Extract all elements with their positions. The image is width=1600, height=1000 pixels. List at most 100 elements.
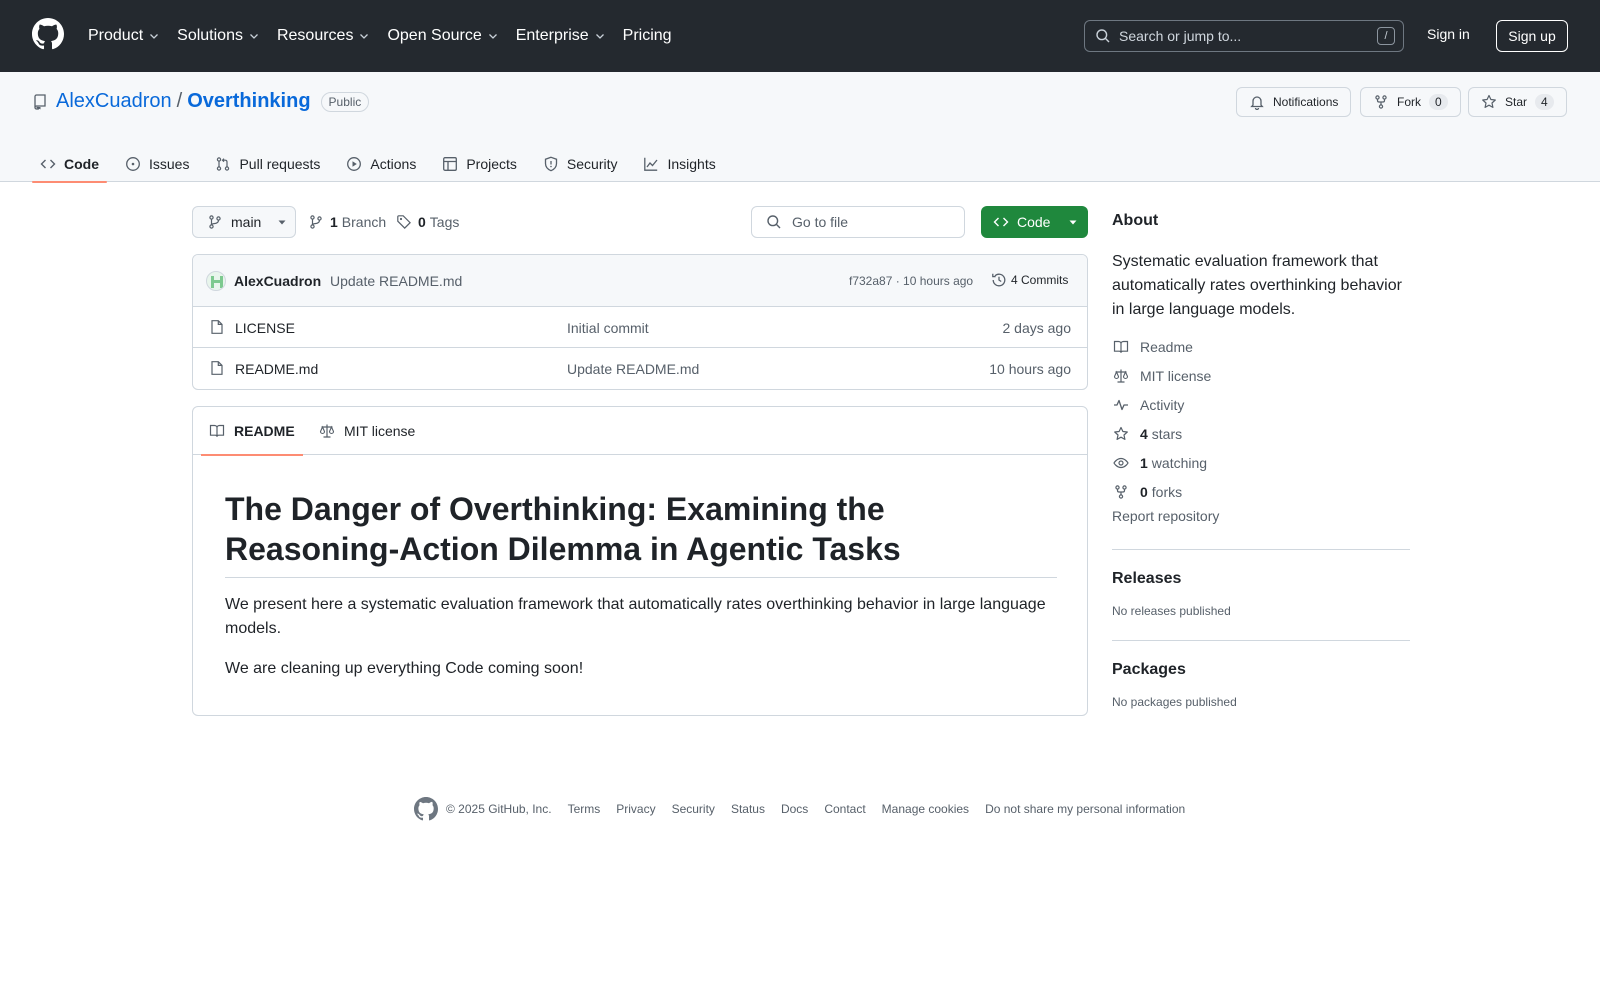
repo-icon (34, 93, 46, 110)
star-button[interactable]: Star 4 (1468, 87, 1567, 117)
footer-link-status[interactable]: Status (731, 802, 765, 816)
footer-link-contact[interactable]: Contact (824, 802, 865, 816)
forks-link[interactable]: 0 forks (1112, 477, 1410, 506)
fork-button[interactable]: Fork 0 (1360, 87, 1461, 117)
file-name-link[interactable]: README.md (235, 361, 318, 377)
tag-count: 0 (418, 214, 426, 230)
file-commit-message[interactable]: Update README.md (567, 361, 699, 377)
repo-header: AlexCuadron / Overthinking Public Notifi… (0, 72, 1600, 183)
site-footer: © 2025 GitHub, Inc. Terms Privacy Securi… (414, 797, 1201, 821)
caret-down-icon (1069, 220, 1077, 225)
tab-security-label: Security (566, 156, 618, 172)
tab-projects[interactable]: Projects (434, 146, 525, 182)
tags-link[interactable]: 0 Tags (396, 214, 459, 230)
packages-heading[interactable]: Packages (1112, 661, 1410, 679)
nav-product[interactable]: Product (88, 27, 160, 45)
table-row[interactable]: LICENSE Initial commit 2 days ago (193, 307, 1087, 348)
readme-paragraph: We present here a systematic evaluation … (225, 596, 1046, 637)
nav-pricing[interactable]: Pricing (623, 27, 672, 45)
readme-link-label: Readme (1140, 338, 1193, 355)
star-icon (1482, 94, 1496, 108)
code-dropdown-button[interactable]: Code (981, 206, 1088, 238)
tab-code[interactable]: Code (32, 146, 107, 183)
branch-count: 1 (330, 214, 338, 230)
nav-resources-label: Resources (276, 27, 354, 44)
license-tab-label: MIT license (344, 423, 416, 439)
file-commit-date: 10 hours ago (989, 361, 1071, 377)
github-logo-icon[interactable] (414, 797, 438, 821)
graph-icon (644, 157, 658, 171)
tab-insights[interactable]: Insights (635, 146, 723, 182)
nav-open-source[interactable]: Open Source (387, 27, 498, 45)
license-tab[interactable]: MIT license (319, 407, 415, 455)
footer-link-manage-cookies[interactable]: Manage cookies (882, 802, 969, 816)
footer-link-terms[interactable]: Terms (568, 802, 601, 816)
shield-icon (544, 156, 558, 172)
chevron-down-icon (360, 34, 369, 39)
tab-issues-label: Issues (149, 156, 190, 172)
latest-commit-row: AlexCuadron Update README.md f732a87 · 1… (193, 255, 1087, 307)
caret-down-icon (278, 220, 286, 225)
nav-solutions-label: Solutions (177, 27, 243, 44)
footer-link-security[interactable]: Security (672, 802, 715, 816)
releases-empty: No releases published (1112, 604, 1231, 618)
nav-enterprise-label: Enterprise (515, 27, 589, 44)
tab-actions[interactable]: Actions (338, 146, 424, 182)
go-to-file-input[interactable]: Go to file (751, 206, 965, 238)
file-icon (211, 320, 223, 334)
nav-solutions[interactable]: Solutions (177, 27, 260, 45)
sign-up-button[interactable]: Sign up (1496, 20, 1568, 52)
nav-product-label: Product (88, 27, 144, 44)
about-links: Readme MIT license Activity 4 stars 1 wa… (1112, 332, 1410, 506)
avatar[interactable] (206, 271, 226, 291)
watching-link[interactable]: 1 watching (1112, 448, 1410, 477)
footer-link-privacy[interactable]: Privacy (616, 802, 655, 816)
license-link[interactable]: MIT license (1112, 361, 1410, 390)
tab-issues[interactable]: Issues (117, 146, 197, 182)
repo-name-link[interactable]: Overthinking (187, 90, 310, 113)
branch-select-button[interactable]: main (192, 206, 296, 238)
play-icon (347, 157, 362, 171)
nav-enterprise[interactable]: Enterprise (516, 27, 606, 45)
search-icon (767, 215, 781, 229)
footer-link-docs[interactable]: Docs (781, 802, 808, 816)
commit-history-link[interactable]: 4 Commits (991, 272, 1068, 288)
star-count: 4 (1535, 94, 1554, 110)
commit-author-link[interactable]: AlexCuadron (234, 273, 321, 289)
tab-insights-label: Insights (667, 156, 716, 172)
table-row[interactable]: README.md Update README.md 10 hours ago (193, 348, 1087, 389)
forks-label: forks (1151, 483, 1183, 500)
chevron-down-icon (150, 34, 159, 39)
footer-link-do-not-share[interactable]: Do not share my personal information (985, 802, 1185, 816)
star-icon (1114, 426, 1128, 440)
nav-resources[interactable]: Resources (277, 27, 370, 45)
tab-pull-requests[interactable]: Pull requests (207, 146, 328, 182)
search-input[interactable]: Search or jump to... / (1084, 20, 1404, 52)
tab-security[interactable]: Security (535, 146, 626, 182)
releases-heading[interactable]: Releases (1112, 570, 1410, 588)
readme-tab-label: README (234, 423, 295, 439)
pulse-icon (1114, 399, 1128, 410)
branches-link[interactable]: 1 Branch (308, 214, 386, 230)
file-icon (211, 361, 223, 375)
file-name-link[interactable]: LICENSE (235, 320, 295, 336)
eye-icon (1113, 457, 1129, 468)
readme-link[interactable]: Readme (1112, 332, 1410, 361)
repo-owner-link[interactable]: AlexCuadron (56, 90, 172, 113)
search-shortcut-key: / (1377, 27, 1395, 45)
fork-count: 0 (1429, 94, 1448, 110)
sign-in-link[interactable]: Sign in (1427, 26, 1470, 42)
notifications-button[interactable]: Notifications (1236, 87, 1352, 117)
activity-link[interactable]: Activity (1112, 390, 1410, 419)
watching-count: 1 (1140, 454, 1148, 471)
code-button-label: Code (1017, 214, 1051, 230)
github-logo-icon[interactable] (32, 18, 64, 50)
readme-tab[interactable]: README (201, 407, 303, 456)
stars-label: stars (1151, 425, 1183, 442)
commit-hash-time[interactable]: f732a87 · 10 hours ago (849, 274, 973, 288)
file-commit-message[interactable]: Initial commit (567, 320, 649, 336)
report-repository-link[interactable]: Report repository (1112, 508, 1410, 524)
commit-message-link[interactable]: Update README.md (330, 273, 462, 289)
stars-link[interactable]: 4 stars (1112, 419, 1410, 448)
branch-name: main (231, 214, 262, 230)
